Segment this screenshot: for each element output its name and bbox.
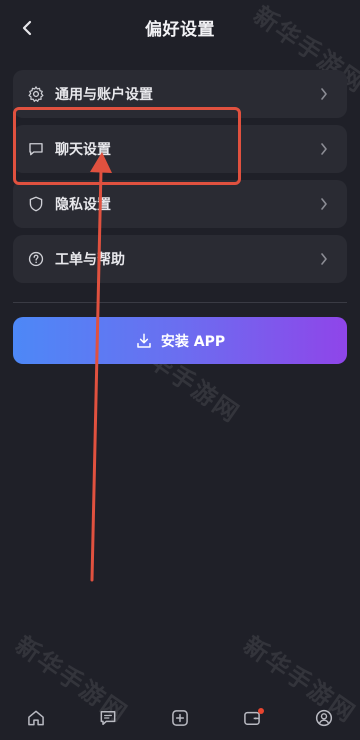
annotation-highlight-box [13,107,241,185]
page-title: 偏好设置 [145,20,215,40]
tab-wallet[interactable] [237,703,267,733]
chevron-right-icon [319,252,329,266]
download-icon [135,332,153,350]
chevron-right-icon [319,87,329,101]
gear-icon [27,85,45,103]
chevron-right-icon [319,142,329,156]
menu-item-label: 工单与帮助 [55,252,125,268]
install-app-label: 安装 APP [160,333,226,350]
message-icon [100,711,116,725]
tab-home[interactable] [21,703,51,733]
help-circle-icon [27,250,45,268]
menu-item-tickets-help[interactable]: 工单与帮助 [13,235,347,283]
add-icon [172,710,188,726]
tab-add[interactable] [165,703,195,733]
bottom-tab-bar [0,696,360,740]
install-app-button[interactable]: 安装 APP [13,317,347,364]
tab-messages[interactable] [93,703,123,733]
menu-item-label: 通用与账户设置 [55,87,153,103]
home-icon [28,710,44,726]
menu-item-privacy-settings[interactable]: 隐私设置 [13,180,347,228]
divider [13,302,347,303]
shield-icon [27,195,45,213]
tab-profile[interactable] [309,703,339,733]
menu-item-label: 隐私设置 [55,197,111,213]
profile-icon [315,709,333,727]
header: 偏好设置 [0,0,360,54]
chevron-right-icon [319,197,329,211]
notification-badge-dot [258,708,264,714]
